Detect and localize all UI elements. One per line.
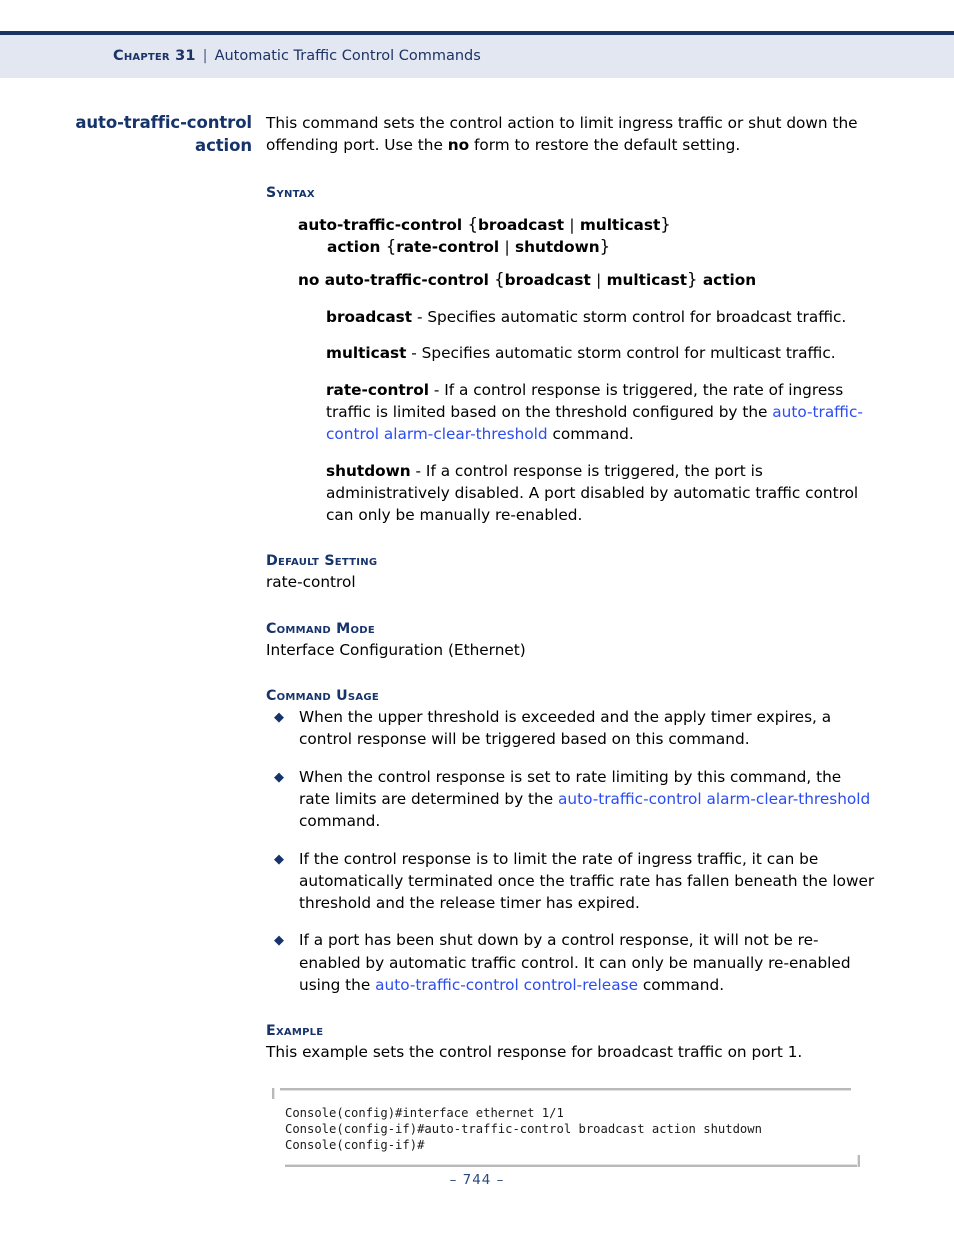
parameter-description-tail: command. — [547, 425, 634, 444]
intro-text-after: form to restore the default setting. — [469, 136, 741, 155]
parameter-description: - Specifies automatic storm control for … — [412, 308, 847, 327]
section-heading-command-mode: Command Mode — [266, 620, 375, 637]
syntax-keyword-action: action — [327, 238, 381, 257]
parameter-rate-control: rate-control - If a control response is … — [326, 379, 875, 446]
list-item: ◆ If the control response is to limit the… — [266, 848, 875, 915]
console-line-2: Console(config-if)#auto-traffic-control … — [285, 1121, 762, 1136]
command-usage-list: ◆ When the upper threshold is exceeded an… — [266, 706, 875, 996]
intro-no-keyword: no — [447, 136, 470, 155]
command-mode-value: Interface Configuration (Ethernet) — [266, 640, 526, 659]
command-title-line-1: auto-traffic-control — [75, 113, 252, 132]
command-intro-row: auto-traffic-control action This command… — [0, 112, 954, 1170]
command-intro-paragraph: This command sets the control action to … — [266, 112, 875, 157]
syntax-brace-close-1: } — [660, 214, 671, 234]
usage-text-tail: command. — [637, 976, 725, 995]
cross-reference-link[interactable]: auto-traffic-control control-release — [375, 976, 638, 994]
usage-text: When the upper threshold is exceeded and… — [299, 708, 832, 749]
syntax-command-1: auto-traffic-control — [298, 215, 463, 234]
console-rule-top — [280, 1087, 851, 1091]
syntax-line-1: auto-traffic-control {broadcast | multic… — [298, 214, 875, 237]
default-setting-value: rate-control — [266, 573, 356, 592]
syntax-option-multicast-1: multicast — [579, 215, 661, 234]
usage-text: If the control response is to limit the … — [299, 849, 875, 913]
header-section-title: Automatic Traffic Control Commands — [214, 48, 481, 64]
syntax-pipe-3: | — [596, 270, 602, 289]
parameter-definitions: broadcast - Specifies automatic storm co… — [266, 306, 875, 526]
command-title-gutter: auto-traffic-control action — [0, 112, 266, 157]
syntax-option-rate-control: rate-control — [396, 238, 500, 257]
syntax-line-2: action {rate-control | shutdown} — [298, 236, 875, 259]
section-heading-example: Example — [266, 1023, 324, 1040]
section-heading-default-setting: Default Setting — [266, 553, 378, 570]
parameter-term: shutdown — [326, 461, 411, 480]
syntax-brace-open-3: { — [494, 269, 505, 289]
header-separator: | — [202, 48, 208, 64]
command-body-column: This command sets the control action to … — [266, 112, 954, 1170]
syntax-block: auto-traffic-control {broadcast | multic… — [266, 214, 875, 292]
diamond-bullet-icon: ◆ — [274, 851, 284, 867]
list-item: ◆ When the upper threshold is exceeded an… — [266, 706, 875, 751]
parameter-term: rate-control — [326, 380, 429, 399]
syntax-pipe-1: | — [569, 215, 575, 234]
parameter-term: multicast — [326, 344, 407, 363]
page-number: – 744 – — [449, 1172, 505, 1188]
header-breadcrumb: Chapter 31 | Automatic Traffic Control Com… — [113, 47, 481, 65]
console-rule-bottom — [285, 1163, 860, 1167]
console-corner-tick-right — [857, 1154, 860, 1167]
syntax-line-3: no auto-traffic-control {broadcast | mul… — [298, 269, 875, 292]
console-line-3: Console(config-if)# — [285, 1138, 425, 1153]
command-title-line-2: action — [195, 135, 252, 155]
parameter-broadcast: broadcast - Specifies automatic storm co… — [326, 306, 875, 328]
parameter-term: broadcast — [326, 308, 413, 327]
example-intro-text: This example sets the control response f… — [266, 1043, 803, 1062]
list-item: ◆ If a port has been shut down by a contr… — [266, 929, 875, 996]
console-transcript: Console(config)#interface ethernet 1/1 Co… — [271, 1099, 861, 1158]
syntax-brace-open-2: { — [385, 237, 397, 257]
syntax-option-multicast-3: multicast — [606, 270, 688, 289]
console-frame-top — [271, 1087, 861, 1099]
page-content: auto-traffic-control action This command… — [0, 112, 954, 1170]
diamond-bullet-icon: ◆ — [274, 769, 284, 785]
parameter-description: - Specifies automatic storm control for … — [406, 344, 836, 363]
parameter-multicast: multicast - Specifies automatic storm co… — [326, 342, 875, 364]
console-example-block: Console(config)#interface ethernet 1/1 Co… — [271, 1087, 861, 1170]
list-item: ◆ When the control response is set to rat… — [266, 766, 875, 833]
syntax-option-broadcast-3: broadcast — [504, 270, 591, 289]
syntax-pipe-2: | — [504, 238, 510, 257]
diamond-bullet-icon: ◆ — [274, 933, 284, 949]
console-frame-bottom — [271, 1154, 861, 1170]
cross-reference-link[interactable]: auto-traffic-control alarm-clear-thresho… — [558, 790, 870, 808]
section-heading-command-usage: Command Usage — [266, 688, 379, 705]
syntax-keyword-action-3: action — [702, 270, 757, 289]
header-chapter-label: Chapter 31 — [113, 48, 196, 64]
syntax-brace-open-1: { — [467, 214, 478, 234]
page-running-header: Chapter 31 | Automatic Traffic Control Com… — [0, 31, 954, 78]
page-footer: – 744 – — [0, 1172, 954, 1188]
usage-text-tail: command. — [299, 812, 381, 831]
diamond-bullet-icon: ◆ — [274, 710, 284, 726]
console-corner-tick-left — [272, 1087, 275, 1099]
parameter-shutdown: shutdown - If a control response is trig… — [326, 460, 875, 527]
syntax-option-shutdown: shutdown — [514, 238, 600, 257]
syntax-option-broadcast-1: broadcast — [477, 215, 565, 234]
syntax-command-no: no auto-traffic-control — [298, 270, 489, 289]
console-line-1: Console(config)#interface ethernet 1/1 — [285, 1105, 564, 1120]
syntax-brace-close-3: } — [687, 269, 698, 289]
syntax-brace-close-2: } — [599, 237, 611, 257]
section-heading-syntax: Syntax — [266, 184, 315, 201]
